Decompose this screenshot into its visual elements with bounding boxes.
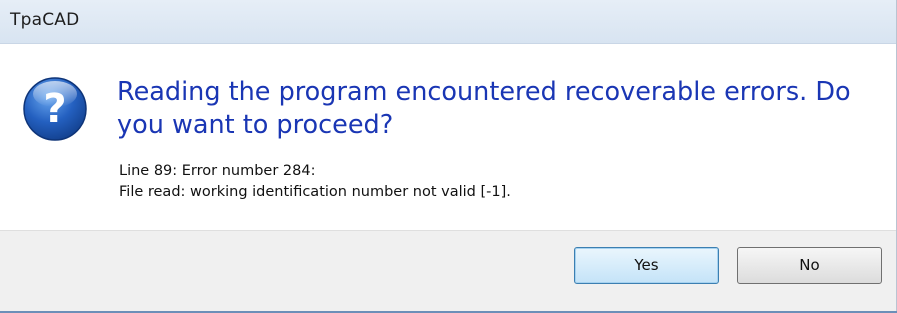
button-bar: Yes No: [0, 230, 896, 313]
title-bar[interactable]: TpaCAD: [0, 0, 896, 44]
message-dialog: TpaCAD ? Reading the program encountered…: [0, 0, 897, 313]
yes-button[interactable]: Yes: [574, 247, 719, 284]
dialog-content: ? Reading the program encountered recove…: [0, 44, 896, 230]
no-button[interactable]: No: [737, 247, 882, 284]
main-instruction: Reading the program encountered recovera…: [117, 77, 851, 140]
question-icon: ?: [23, 77, 87, 141]
detail-line: File read: working identification number…: [119, 184, 511, 200]
error-details: Line 89: Error number 284: File read: wo…: [119, 161, 511, 203]
svg-text:?: ?: [43, 86, 66, 132]
detail-line: Line 89: Error number 284:: [119, 163, 316, 179]
window-title: TpaCAD: [10, 10, 80, 30]
